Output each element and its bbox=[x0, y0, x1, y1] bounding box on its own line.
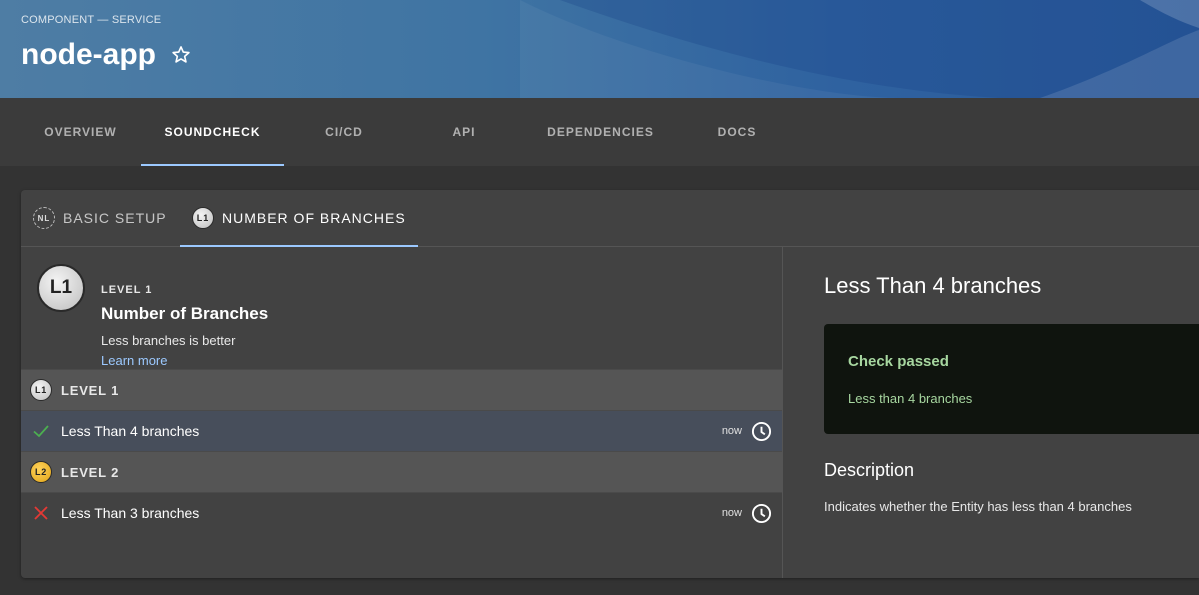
check-result-box: Check passed Less than 4 branches bbox=[824, 324, 1199, 434]
subtab-label: BASIC SETUP bbox=[63, 210, 167, 226]
check-timestamp: now bbox=[721, 425, 742, 437]
check-label: Less Than 4 branches bbox=[61, 423, 200, 439]
subtab-basic-setup[interactable]: NL BASIC SETUP bbox=[33, 190, 181, 246]
breadcrumb: COMPONENT — SERVICE bbox=[21, 14, 162, 26]
x-icon bbox=[21, 505, 61, 521]
page-header: COMPONENT — SERVICE node-app bbox=[0, 0, 1199, 98]
check-row[interactable]: Less Than 3 branches now bbox=[21, 492, 782, 533]
level-badge-icon: L2 bbox=[30, 461, 52, 483]
tab-ci-cd[interactable]: CI/CD bbox=[284, 98, 404, 166]
check-detail-panel: Less Than 4 branches Check passed Less t… bbox=[784, 247, 1199, 578]
tab-api[interactable]: API bbox=[404, 98, 524, 166]
title-row: node-app bbox=[21, 38, 192, 72]
level-group-header: L1 LEVEL 1 bbox=[21, 369, 782, 410]
track-tabs: NL BASIC SETUP L1 NUMBER OF BRANCHES bbox=[21, 190, 1199, 247]
learn-more-link[interactable]: Learn more bbox=[101, 353, 167, 368]
tab-label: SOUNDCHECK bbox=[164, 125, 261, 139]
page-title: node-app bbox=[21, 38, 156, 71]
check-icon bbox=[21, 422, 61, 440]
tab-bar: OVERVIEW SOUNDCHECK CI/CD API DEPENDENCI… bbox=[0, 98, 1199, 166]
check-row[interactable]: Less Than 4 branches now bbox=[21, 410, 782, 451]
soundcheck-card: NL BASIC SETUP L1 NUMBER OF BRANCHES L1 … bbox=[21, 190, 1199, 578]
check-result-text: Less than 4 branches bbox=[848, 391, 973, 406]
subtab-number-of-branches[interactable]: L1 NUMBER OF BRANCHES bbox=[180, 190, 418, 247]
level-title: Number of Branches bbox=[101, 304, 269, 323]
level-kicker: LEVEL 1 bbox=[101, 284, 153, 296]
clock-icon[interactable] bbox=[751, 421, 772, 442]
tab-soundcheck[interactable]: SOUNDCHECK bbox=[141, 98, 284, 166]
tab-label: OVERVIEW bbox=[44, 125, 117, 139]
description-text: Indicates whether the Entity has less th… bbox=[824, 499, 1132, 514]
tab-label: API bbox=[452, 125, 476, 139]
check-label: Less Than 3 branches bbox=[61, 505, 200, 521]
tab-label: DEPENDENCIES bbox=[547, 125, 654, 139]
level-badge-icon: NL bbox=[33, 207, 55, 229]
level-badge-icon: L1 bbox=[30, 379, 52, 401]
clock-icon[interactable] bbox=[751, 503, 772, 524]
tab-label: CI/CD bbox=[325, 125, 363, 139]
subtab-label: NUMBER OF BRANCHES bbox=[222, 210, 406, 226]
check-timestamp: now bbox=[721, 507, 742, 519]
tab-docs[interactable]: DOCS bbox=[677, 98, 797, 166]
level-description: Less branches is better bbox=[101, 333, 236, 348]
level-group-label: LEVEL 1 bbox=[61, 382, 120, 398]
tab-overview[interactable]: OVERVIEW bbox=[21, 98, 140, 166]
level-badge-icon: L1 bbox=[37, 264, 85, 312]
level-group-header: L2 LEVEL 2 bbox=[21, 451, 782, 492]
tab-label: DOCS bbox=[717, 125, 757, 139]
level-badge-icon: L1 bbox=[192, 207, 214, 229]
description-heading: Description bbox=[824, 460, 915, 480]
check-result-title: Check passed bbox=[848, 353, 949, 370]
level-group-label: LEVEL 2 bbox=[61, 464, 120, 480]
check-detail-title: Less Than 4 branches bbox=[824, 273, 1042, 298]
tab-dependencies[interactable]: DEPENDENCIES bbox=[524, 98, 677, 166]
checks-panel: L1 LEVEL 1 Number of Branches Less branc… bbox=[21, 247, 783, 578]
star-outline-icon[interactable] bbox=[170, 44, 192, 66]
